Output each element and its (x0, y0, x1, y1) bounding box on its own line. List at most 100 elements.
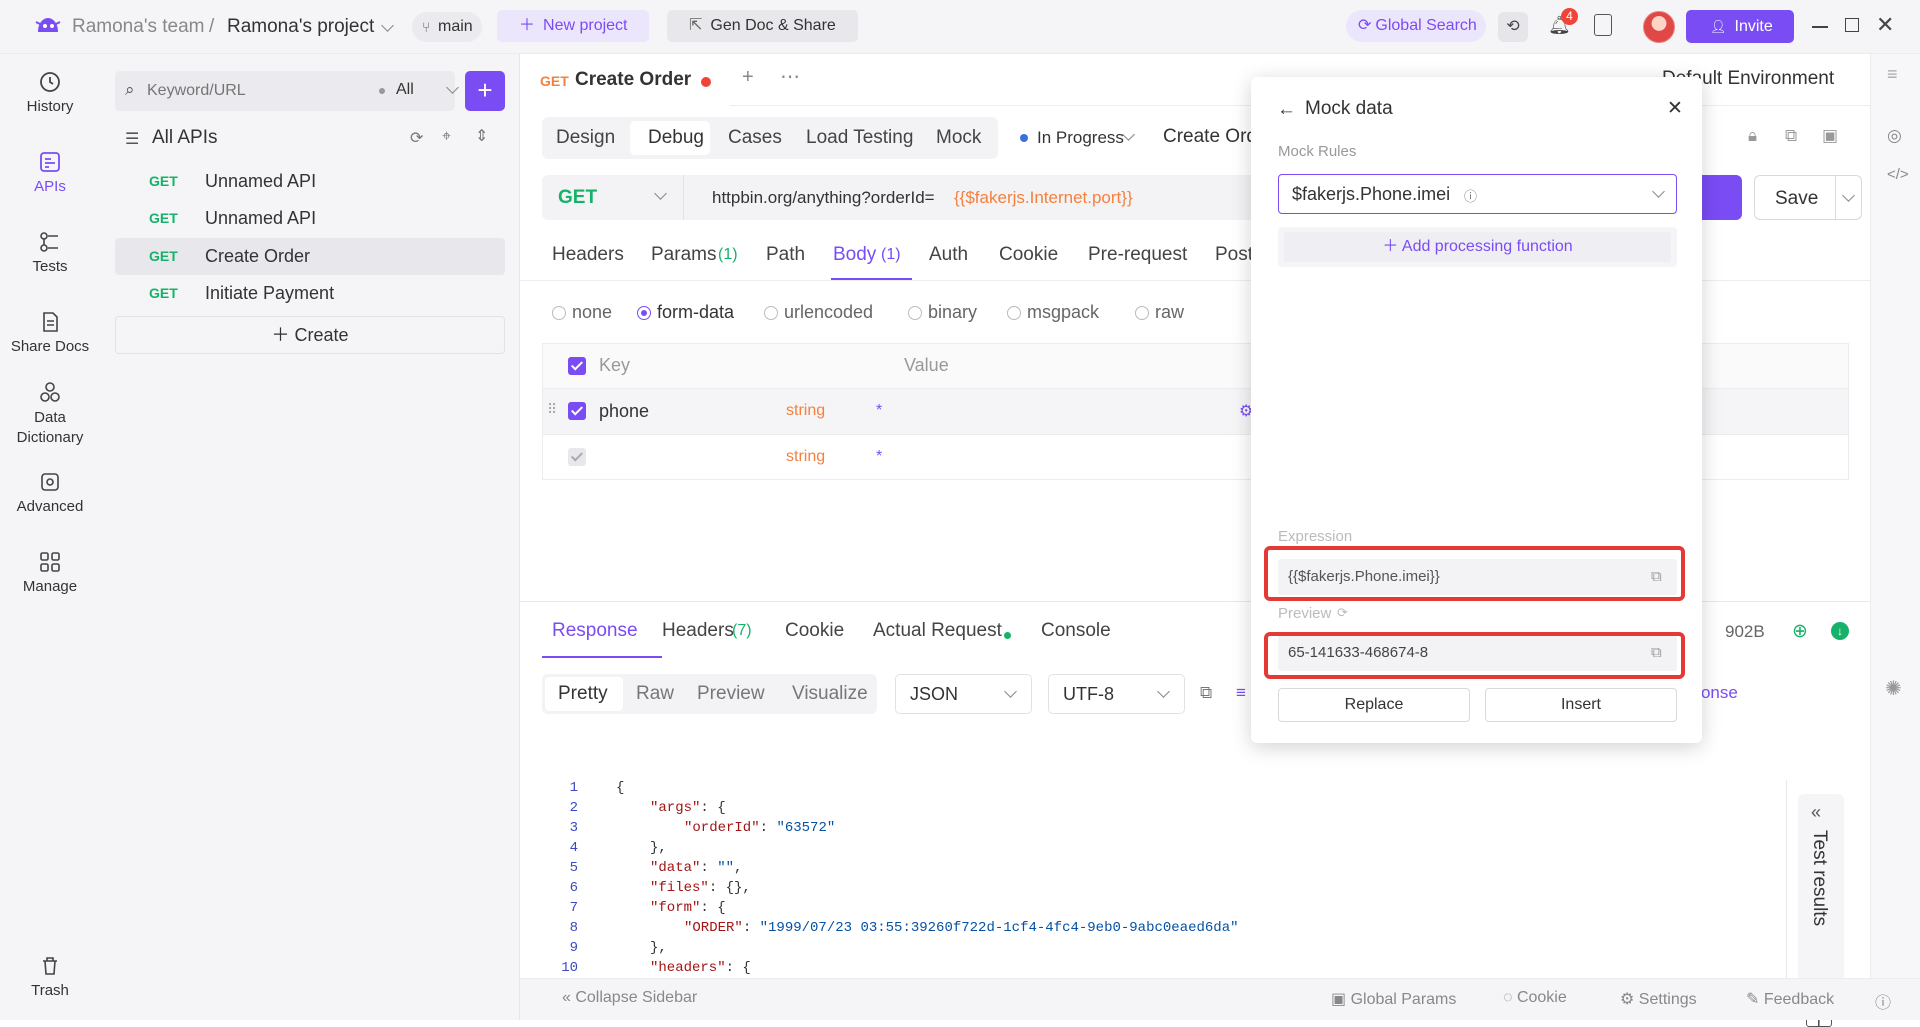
status-select[interactable]: In Progress (1037, 128, 1124, 148)
nav-data-dictionary[interactable]: Data Dictionary (0, 380, 100, 448)
add-processing-function-button[interactable]: ＋ Add processing function (1284, 232, 1671, 262)
shield-icon[interactable]: ◎ (1887, 126, 1902, 146)
replace-button[interactable]: Replace (1278, 688, 1470, 722)
wrap-icon[interactable]: ≡ (1236, 683, 1246, 703)
list-item[interactable]: GET Unnamed API (115, 201, 505, 237)
tab-response[interactable]: Response (552, 620, 638, 642)
tab-cookie[interactable]: Cookie (999, 244, 1058, 266)
row-checkbox[interactable] (568, 402, 586, 420)
refresh-icon[interactable]: ⟳ (410, 128, 423, 148)
add-tab-icon[interactable]: + (742, 66, 754, 89)
close-window-icon[interactable]: ✕ (1876, 12, 1894, 38)
new-project-button[interactable]: ＋ New project (497, 10, 649, 42)
view-visualize[interactable]: Visualize (792, 683, 868, 705)
expand-collapse-icon[interactable]: ⇕ (475, 126, 488, 146)
refresh-icon[interactable]: ⟳ (1337, 605, 1348, 621)
lock-icon[interactable]: 🔒︎ (1748, 126, 1757, 146)
copy-icon[interactable]: ⧉ (1200, 683, 1212, 703)
invite-button[interactable]: 👤︎ Invite (1686, 10, 1794, 43)
chevron-down-icon[interactable] (381, 19, 394, 32)
chevron-down-icon[interactable] (1122, 128, 1135, 141)
radio-form-data[interactable]: form-data (637, 302, 734, 323)
search-box[interactable]: ⌕ All (115, 71, 459, 111)
gen-doc-share-button[interactable]: ⇱ Gen Doc & Share (667, 10, 858, 42)
copy-icon[interactable]: ⧉ (1785, 126, 1797, 146)
cookie-button[interactable]: ◌ Cookie (1503, 989, 1567, 1007)
mock-rule-select[interactable]: $fakerjs.Phone.imei ⓘ (1278, 174, 1677, 214)
add-api-button[interactable]: + (465, 71, 505, 111)
nav-history[interactable]: History (0, 70, 100, 115)
format-select[interactable]: JSON (895, 674, 1032, 714)
nav-tests[interactable]: Tests (0, 230, 100, 275)
required-marker[interactable]: * (876, 448, 882, 466)
project-name[interactable]: Ramona's project (227, 16, 374, 38)
ai-assistant-icon[interactable]: ✺ (1885, 676, 1902, 701)
tab-path[interactable]: Path (766, 244, 805, 266)
global-search-button[interactable]: ⟳ Global Search (1346, 10, 1486, 42)
sync-icon[interactable]: ⟲ (1498, 12, 1528, 42)
tab-load-testing[interactable]: Load Testing (806, 127, 913, 149)
tab-body[interactable]: Body (833, 244, 876, 266)
param-type[interactable]: string (786, 448, 825, 466)
encoding-select[interactable]: UTF-8 (1048, 674, 1185, 714)
radio-none[interactable]: none (552, 302, 612, 323)
required-marker[interactable]: * (876, 402, 882, 420)
minimize-icon[interactable] (1812, 26, 1828, 28)
select-all-checkbox[interactable] (568, 357, 586, 375)
more-tabs-icon[interactable]: ⋯ (780, 64, 800, 89)
radio-msgpack[interactable]: msgpack (1007, 302, 1099, 323)
tab-auth[interactable]: Auth (929, 244, 968, 266)
tab-post[interactable]: Post (1215, 244, 1253, 266)
tab-pre-request[interactable]: Pre-request (1088, 244, 1187, 266)
chevron-down-icon[interactable] (1842, 189, 1855, 202)
back-arrow-icon[interactable]: ← (1277, 99, 1296, 121)
tab-actual-request[interactable]: Actual Request (873, 620, 1002, 642)
nav-share-docs[interactable]: Share Docs (0, 310, 100, 355)
tab-headers[interactable]: Headers (552, 244, 624, 266)
globe-icon[interactable]: ⊕ (1792, 620, 1808, 643)
view-preview[interactable]: Preview (697, 683, 765, 705)
collapse-sidebar-button[interactable]: « Collapse Sidebar (562, 989, 697, 1007)
tab-params[interactable]: Params (651, 244, 716, 266)
tab-debug[interactable]: Debug (648, 127, 704, 149)
nav-apis[interactable]: APIs (0, 150, 100, 195)
download-icon[interactable]: ↓ (1831, 622, 1849, 640)
tab-mock[interactable]: Mock (936, 127, 981, 149)
url-input[interactable]: httpbin.org/anything?orderId= (712, 188, 935, 208)
tab-response-headers[interactable]: Headers (662, 620, 734, 642)
expand-left-icon[interactable]: « (1811, 802, 1821, 823)
team-name[interactable]: Ramona's team (72, 16, 204, 38)
test-results-panel[interactable]: « Test results (1798, 794, 1844, 990)
insert-button[interactable]: Insert (1485, 688, 1677, 722)
tab-create-order[interactable]: GET Create Order (520, 54, 730, 106)
code-icon[interactable]: </> (1887, 166, 1909, 183)
global-params-button[interactable]: ▣ Global Params (1331, 989, 1456, 1009)
list-item[interactable]: GET Unnamed API (115, 164, 505, 200)
nav-advanced[interactable]: Advanced (0, 470, 100, 515)
row-checkbox[interactable] (568, 448, 586, 466)
tab-response-cookie[interactable]: Cookie (785, 620, 844, 642)
tab-design[interactable]: Design (556, 127, 615, 149)
help-icon[interactable]: ⓘ (1464, 186, 1477, 205)
list-item-selected[interactable]: GET Create Order (115, 238, 505, 275)
settings-button[interactable]: ⚙︎ Settings (1620, 989, 1697, 1009)
chevron-down-icon[interactable] (446, 81, 459, 94)
send-button[interactable] (1700, 175, 1742, 220)
avatar[interactable] (1643, 11, 1675, 43)
maximize-icon[interactable] (1845, 18, 1859, 32)
list-item[interactable]: GET Initiate Payment (115, 276, 505, 312)
archive-icon[interactable]: ▣ (1822, 126, 1838, 146)
locate-icon[interactable]: ⌖ (442, 128, 451, 146)
drag-handle-icon[interactable]: ⠿ (547, 401, 557, 418)
method-select[interactable]: GET (542, 175, 684, 220)
tab-cases[interactable]: Cases (728, 127, 782, 149)
filter-select[interactable]: All (396, 81, 414, 99)
create-button[interactable]: ＋ Create (115, 316, 505, 354)
all-apis-label[interactable]: All APIs (152, 127, 217, 149)
param-key[interactable]: phone (599, 401, 649, 422)
radio-raw[interactable]: raw (1135, 302, 1184, 323)
nav-trash[interactable]: Trash (0, 954, 100, 999)
api-name-field[interactable]: Create Ord (1163, 126, 1257, 148)
help-icon[interactable]: ⓘ (1875, 989, 1891, 1013)
radio-urlencoded[interactable]: urlencoded (764, 302, 873, 323)
